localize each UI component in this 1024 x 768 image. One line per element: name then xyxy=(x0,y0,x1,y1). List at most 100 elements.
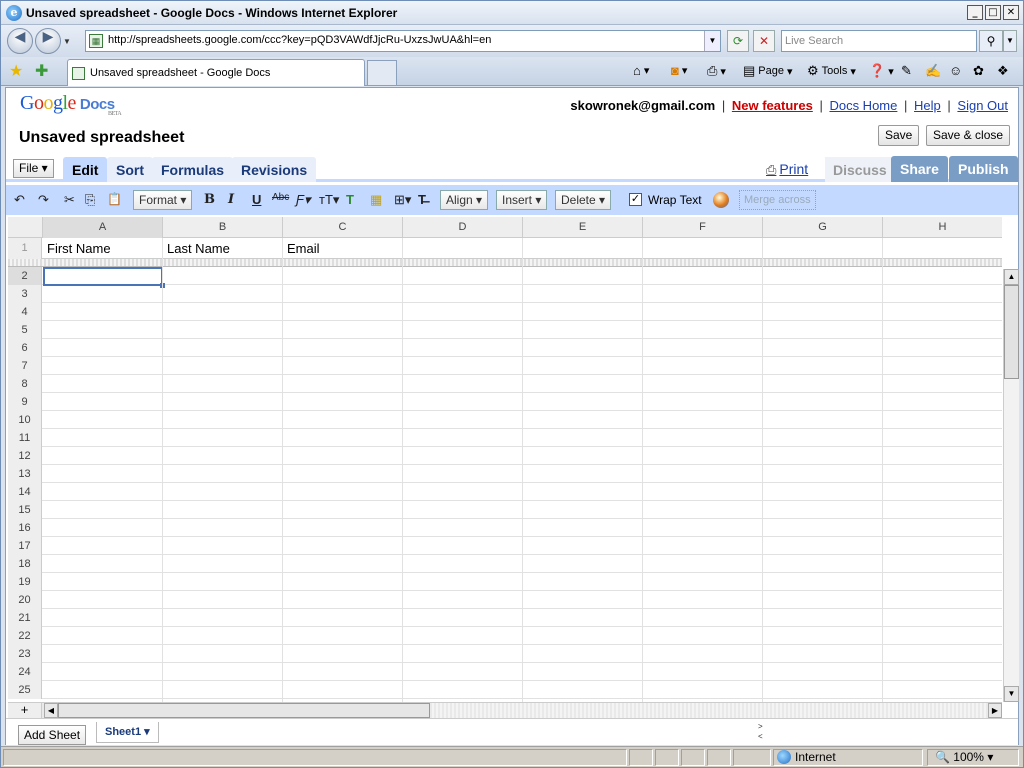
column-header-f[interactable]: F xyxy=(643,217,763,238)
tab-formulas[interactable]: Formulas xyxy=(152,157,234,182)
bold-button[interactable]: B xyxy=(204,192,215,207)
row-number[interactable]: 11 xyxy=(8,429,42,447)
table-row[interactable]: 12 xyxy=(8,447,1002,465)
row-number[interactable]: 2 xyxy=(8,267,42,285)
header-cell-g[interactable] xyxy=(763,238,883,259)
text-color-icon[interactable]: T xyxy=(346,192,354,207)
column-header-a[interactable]: A xyxy=(43,217,163,238)
home-icon[interactable]: ⌂ ▾ xyxy=(633,63,649,78)
research-icon[interactable]: ✎ xyxy=(901,63,912,79)
table-row[interactable]: 23 xyxy=(8,645,1002,663)
addon-icon[interactable]: ✿ xyxy=(973,63,984,79)
scroll-left-icon[interactable]: ◀ xyxy=(44,703,58,718)
minimize-button[interactable]: _ xyxy=(967,5,983,20)
row-number[interactable]: 20 xyxy=(8,591,42,609)
clear-format-icon[interactable]: T̶ xyxy=(418,192,426,207)
row-number[interactable]: 25 xyxy=(8,681,42,699)
publish-tab[interactable]: Publish xyxy=(949,156,1018,182)
row-number[interactable]: 6 xyxy=(8,339,42,357)
add-rows-icon[interactable]: + xyxy=(8,703,42,718)
document-title[interactable]: Unsaved spreadsheet xyxy=(19,129,184,147)
header-cell-h[interactable] xyxy=(883,238,1002,259)
live-search-input[interactable]: Live Search xyxy=(781,30,977,52)
table-row[interactable]: 18 xyxy=(8,555,1002,573)
sheet-scroll-arrows-icon[interactable]: > < xyxy=(758,722,763,742)
table-row[interactable]: 9 xyxy=(8,393,1002,411)
freeze-bar[interactable] xyxy=(8,259,1002,267)
stop-icon[interactable]: ✕ xyxy=(753,30,775,52)
wrap-text-checkbox[interactable]: ✓ xyxy=(629,193,642,206)
header-cell-f[interactable] xyxy=(643,238,763,259)
vertical-scrollbar[interactable]: ▲ ▼ xyxy=(1003,269,1019,702)
format-dropdown[interactable]: Format ▾ xyxy=(133,190,193,210)
italic-button[interactable]: I xyxy=(228,192,234,207)
page-menu[interactable]: ▤ Page ▾ xyxy=(743,63,793,79)
new-tab-button[interactable] xyxy=(367,60,397,86)
horizontal-scrollbar[interactable]: + ◀ ▶ xyxy=(8,702,1002,718)
tab-revisions[interactable]: Revisions xyxy=(232,157,317,182)
table-row[interactable]: 24 xyxy=(8,663,1002,681)
url-text[interactable]: http://spreadsheets.google.com/ccc?key=p… xyxy=(108,34,491,46)
header-cell-a[interactable]: First Name xyxy=(43,238,163,259)
feeds-icon[interactable]: ◙ ▾ xyxy=(671,63,687,78)
table-row[interactable]: 4 xyxy=(8,303,1002,321)
save-button[interactable]: Save xyxy=(878,125,920,146)
table-row[interactable]: 22 xyxy=(8,627,1002,645)
print-browser-icon[interactable]: ⎙ ▾ xyxy=(707,63,726,79)
help-link[interactable]: Help xyxy=(914,98,941,113)
table-row[interactable]: 16 xyxy=(8,519,1002,537)
copy-icon[interactable]: ⎘ xyxy=(85,192,95,208)
row-number[interactable]: 23 xyxy=(8,645,42,663)
refresh-icon[interactable]: ⟳ xyxy=(727,30,749,52)
color-palette-icon[interactable] xyxy=(713,192,729,208)
share-tab[interactable]: Share xyxy=(891,156,948,182)
column-header-d[interactable]: D xyxy=(403,217,523,238)
row-number[interactable]: 10 xyxy=(8,411,42,429)
print-link[interactable]: ⎙ Print xyxy=(766,161,808,178)
table-row[interactable]: 11 xyxy=(8,429,1002,447)
insert-dropdown[interactable]: Insert ▾ xyxy=(496,190,548,210)
background-color-icon[interactable]: ▦ xyxy=(370,192,382,208)
row-number[interactable]: 3 xyxy=(8,285,42,303)
tools-menu[interactable]: ⚙ Tools ▾ xyxy=(807,63,856,79)
table-row[interactable]: 15 xyxy=(8,501,1002,519)
column-header-e[interactable]: E xyxy=(523,217,643,238)
sign-out-link[interactable]: Sign Out xyxy=(957,98,1008,113)
table-row[interactable]: 6 xyxy=(8,339,1002,357)
maximize-button[interactable]: □ xyxy=(985,5,1001,20)
table-row[interactable]: 3 xyxy=(8,285,1002,303)
row-number[interactable]: 8 xyxy=(8,375,42,393)
borders-icon[interactable]: ⊞▾ xyxy=(394,192,411,208)
file-menu-button[interactable]: File ▾ xyxy=(13,159,54,178)
row-number[interactable]: 13 xyxy=(8,465,42,483)
row-number[interactable]: 4 xyxy=(8,303,42,321)
corner-cell[interactable] xyxy=(8,217,43,238)
tab-sort[interactable]: Sort xyxy=(107,157,153,182)
delete-dropdown[interactable]: Delete ▾ xyxy=(555,190,612,210)
blog-icon[interactable]: ✍ xyxy=(925,63,941,79)
row-number[interactable]: 22 xyxy=(8,627,42,645)
search-options-icon[interactable]: ▼ xyxy=(1003,30,1017,52)
add-sheet-button[interactable]: Add Sheet xyxy=(18,725,87,745)
scroll-down-icon[interactable]: ▼ xyxy=(1004,686,1019,702)
history-dropdown-icon[interactable]: ▼ xyxy=(63,37,71,46)
row-number[interactable]: 1 xyxy=(8,238,42,259)
selected-cell[interactable] xyxy=(43,267,163,286)
undo-icon[interactable]: ↶ xyxy=(14,192,25,208)
row-number[interactable]: 7 xyxy=(8,357,42,375)
table-row[interactable]: 17 xyxy=(8,537,1002,555)
font-size-icon[interactable]: тT▾ xyxy=(319,192,339,208)
new-features-link[interactable]: New features xyxy=(732,98,813,113)
merge-across-button[interactable]: Merge across xyxy=(739,190,816,210)
table-row[interactable]: 10 xyxy=(8,411,1002,429)
row-number[interactable]: 17 xyxy=(8,537,42,555)
row-number[interactable]: 9 xyxy=(8,393,42,411)
tab-edit[interactable]: Edit xyxy=(63,157,108,182)
column-header-h[interactable]: H xyxy=(883,217,1002,238)
search-icon[interactable]: ⚲ xyxy=(979,30,1003,52)
row-number[interactable]: 16 xyxy=(8,519,42,537)
sheet-tab[interactable]: Sheet1 ▾ xyxy=(96,722,159,743)
back-button[interactable]: ◀ xyxy=(7,28,33,54)
table-row[interactable]: 13 xyxy=(8,465,1002,483)
spreadsheet-grid[interactable]: ABCDEFGH 1 First Name Last Name Email 2345… xyxy=(8,217,1002,702)
